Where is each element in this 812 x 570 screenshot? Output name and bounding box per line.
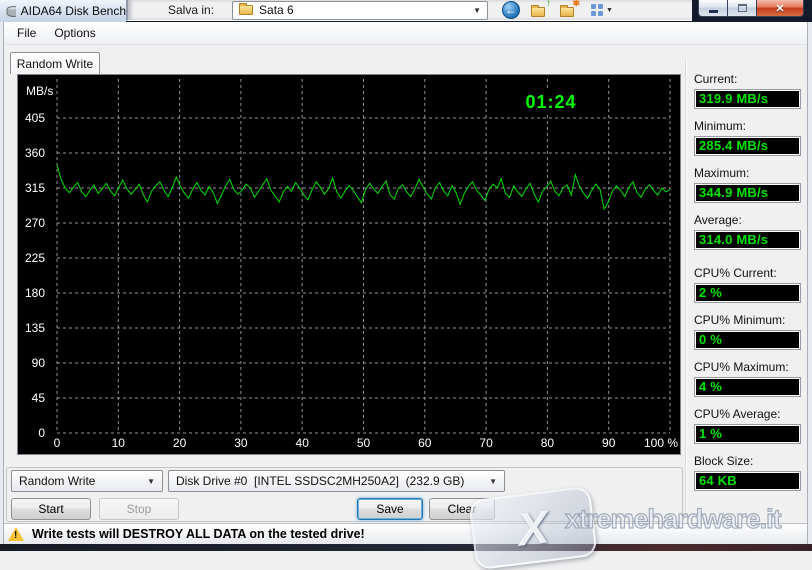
save-in-label: Salva in:	[168, 3, 215, 17]
stats-panel: Current: 319.9 MB/s Minimum: 285.4 MB/s …	[694, 72, 801, 501]
stop-button[interactable]: Stop	[99, 498, 179, 520]
svg-text:50: 50	[357, 436, 371, 450]
minimize-button[interactable]	[698, 0, 728, 17]
menubar: File Options	[0, 22, 812, 45]
statusbar: ! Write tests will DESTROY ALL DATA on t…	[0, 523, 812, 544]
chevron-down-icon: ▼	[147, 476, 155, 486]
svg-text:80: 80	[541, 436, 555, 450]
start-button[interactable]: Start	[11, 498, 91, 520]
stat-average-value: 314.0 MB/s	[696, 232, 799, 248]
stat-cpu-maximum-value: 4 %	[696, 379, 799, 395]
svg-text:01:24: 01:24	[525, 92, 576, 112]
close-button[interactable]: ✕	[756, 0, 804, 17]
save-location-value: Sata 6	[259, 3, 294, 17]
top-strip: AIDA64 Disk Bench Salva in: Sata 6 ▼ ← ↑…	[0, 0, 812, 22]
views-menu-icon[interactable]: ▼	[590, 3, 613, 17]
save-dialog-fragment: Salva in: Sata 6 ▼ ← ↑ ✱ ▼	[126, 0, 692, 21]
svg-text:180: 180	[25, 286, 45, 300]
stat-average: Average: 314.0 MB/s	[694, 213, 801, 250]
svg-text:135: 135	[25, 321, 45, 335]
chevron-down-icon: ▼	[489, 476, 497, 486]
svg-text:60: 60	[418, 436, 432, 450]
window-controls: ✕	[698, 0, 804, 17]
benchmark-chart: 0 10 20 30 40 50 60 70 80 90 100 % 0 45 90 135 180 225 27…	[25, 79, 678, 450]
maximize-button[interactable]	[728, 0, 756, 17]
status-warning-text: Write tests will DESTROY ALL DATA on the…	[32, 527, 365, 541]
stat-maximum-value: 344.9 MB/s	[696, 185, 799, 201]
stat-minimum: Minimum: 285.4 MB/s	[694, 119, 801, 156]
svg-text:20: 20	[173, 436, 187, 450]
folder-icon	[239, 3, 254, 15]
back-icon[interactable]: ←	[502, 1, 521, 19]
disk-icon	[6, 5, 16, 17]
stat-cpu-average-value: 1 %	[696, 426, 799, 442]
stat-block-size: Block Size: 64 KB	[694, 454, 801, 491]
stat-block-size-value: 64 KB	[696, 473, 799, 489]
drive-select[interactable]: Disk Drive #0 [INTEL SSDSC2MH250A2] (232…	[168, 470, 505, 492]
window-right-border	[807, 22, 812, 544]
stat-minimum-value: 285.4 MB/s	[696, 138, 799, 154]
svg-text:360: 360	[25, 146, 45, 160]
up-one-level-icon[interactable]: ↑	[531, 0, 551, 17]
menu-options[interactable]: Options	[45, 23, 104, 43]
stat-cpu-average: CPU% Average: 1 %	[694, 407, 801, 444]
chevron-down-icon: ▼	[606, 6, 613, 14]
stat-current: Current: 319.9 MB/s	[694, 72, 801, 109]
screen: { "colors": { "value_green": "#00e400", …	[0, 0, 812, 570]
svg-text:90: 90	[602, 436, 616, 450]
save-location-select[interactable]: Sata 6 ▼	[232, 0, 489, 20]
svg-text:40: 40	[296, 436, 310, 450]
controls-group: Random Write ▼ Disk Drive #0 [INTEL SSDS…	[6, 467, 683, 522]
stat-current-value: 319.9 MB/s	[696, 91, 799, 107]
svg-text:270: 270	[25, 216, 45, 230]
screen-bottom-edge	[0, 544, 812, 551]
svg-text:30: 30	[234, 436, 248, 450]
svg-text:10: 10	[112, 436, 126, 450]
clear-button[interactable]: Clear	[429, 498, 495, 520]
new-folder-icon[interactable]: ✱	[560, 0, 580, 17]
svg-text:0: 0	[54, 436, 61, 450]
menu-file[interactable]: File	[8, 23, 45, 43]
window-title: AIDA64 Disk Bench	[20, 4, 126, 18]
svg-text:100 %: 100 %	[644, 436, 678, 450]
svg-text:0: 0	[38, 426, 45, 440]
window-left-border	[0, 22, 4, 544]
stat-cpu-current: CPU% Current: 2 %	[694, 266, 801, 303]
stat-cpu-minimum-value: 0 %	[696, 332, 799, 348]
save-button[interactable]: Save	[357, 498, 423, 520]
svg-text:405: 405	[25, 111, 45, 125]
svg-text:225: 225	[25, 251, 45, 265]
warning-icon: !	[8, 527, 24, 541]
test-type-select[interactable]: Random Write ▼	[11, 470, 163, 492]
svg-text:90: 90	[32, 356, 46, 370]
app-titlebar: AIDA64 Disk Bench	[0, 0, 126, 22]
stat-maximum: Maximum: 344.9 MB/s	[694, 166, 801, 203]
svg-text:315: 315	[25, 181, 45, 195]
stat-cpu-current-value: 2 %	[696, 285, 799, 301]
chart-panel: 0 10 20 30 40 50 60 70 80 90 100 % 0 45 90 135 180 225 27…	[17, 74, 681, 455]
stat-cpu-minimum: CPU% Minimum: 0 %	[694, 313, 801, 350]
svg-text:70: 70	[479, 436, 493, 450]
vertical-separator	[685, 58, 687, 518]
svg-text:45: 45	[32, 391, 46, 405]
tab-random-write[interactable]: Random Write	[10, 52, 100, 74]
chevron-down-icon: ▼	[473, 5, 482, 15]
stat-cpu-maximum: CPU% Maximum: 4 %	[694, 360, 801, 397]
svg-text:MB/s: MB/s	[26, 84, 53, 98]
